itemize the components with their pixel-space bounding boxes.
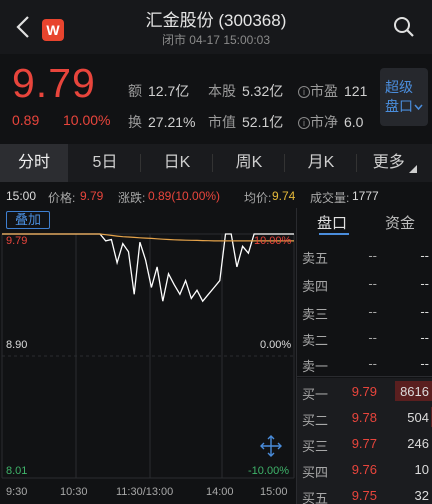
time-label-1030: 10:30: [60, 486, 88, 498]
time-label-1500: 15:00: [260, 486, 288, 498]
stock-title: 汇金股份 (300368): [145, 11, 287, 30]
dropdown-triangle-icon: [409, 165, 418, 173]
move-arrows-icon[interactable]: [258, 433, 284, 459]
tab-order-book[interactable]: 盘口: [317, 212, 347, 233]
strip-volume-label: 成交量:: [310, 191, 350, 205]
average-price-line: [2, 233, 294, 242]
tab-capital-flow[interactable]: 资金: [385, 212, 415, 233]
tab-more-label: 更多: [372, 154, 405, 171]
current-price: 9.79: [12, 60, 96, 106]
time-label-1130-1300: 11:30/13:00: [116, 486, 174, 498]
tab-5day[interactable]: 5日: [70, 144, 140, 182]
super-orderbook-button[interactable]: 超级 盘口: [380, 68, 428, 126]
order-book: 盘口 资金 卖五 -- -- 卖四 -- -- 卖三 -- -- 卖二 -- -- 卖一 -- --…: [296, 208, 432, 504]
tab-daily-k[interactable]: 日K: [142, 144, 212, 182]
tab-more[interactable]: 更多: [358, 144, 432, 182]
price-change-pct: 10.00%: [63, 112, 111, 128]
strip-change-label: 涨跌:: [118, 191, 146, 205]
strip-avg-label: 均价:: [244, 191, 272, 205]
ask-row-4: 卖四 -- --: [302, 276, 429, 294]
info-icon: i: [298, 86, 310, 98]
pct-axis-bottom: -10.00%: [248, 465, 289, 477]
tab-monthly-k[interactable]: 月K: [286, 144, 356, 182]
pct-axis-top: 10.00%: [254, 235, 292, 247]
super-button-line2: 盘口: [385, 97, 428, 116]
bid-row-5: 买五 9.75 32: [297, 482, 432, 504]
time-label-0930: 9:30: [6, 486, 28, 498]
strip-time: 15:00: [6, 189, 37, 203]
market-status: 闭市 04-17 15:00:03: [161, 33, 271, 47]
bid-row-3: 买三 9.77 246: [297, 430, 432, 456]
tab-weekly-k[interactable]: 周K: [214, 144, 284, 182]
market-cap: 市值 52.1亿: [208, 114, 284, 130]
strip-volume: 1777: [352, 189, 379, 203]
intraday-chart[interactable]: 叠加 9.79 10.00% 8.90 0.00% 8.01 -10.00% 9…: [0, 208, 296, 504]
share-capital: 本股 5.32亿: [208, 83, 284, 99]
super-button-line1: 超级: [385, 79, 413, 95]
bid-row-4: 买四 9.76 10: [297, 456, 432, 482]
price-change: 0.89: [12, 112, 40, 128]
price-line: [2, 233, 294, 303]
overlay-button[interactable]: 叠加: [6, 211, 50, 229]
ask-row-5: 卖五 -- --: [302, 248, 429, 266]
app-header: W 汇金股份 (300368) 闭市 04-17 15:00:03: [0, 0, 432, 54]
chevron-down-icon: [414, 104, 423, 111]
ask-row-2: 卖二 -- --: [302, 330, 429, 348]
price-axis-top: 9.79: [6, 235, 28, 247]
pb-ratio[interactable]: i 市净 6.0: [298, 112, 363, 132]
search-icon[interactable]: [392, 15, 416, 39]
turnover-amount: 额 12.7亿: [128, 83, 190, 99]
bid-row-2: 买二 9.78 504: [297, 404, 432, 430]
intraday-chart-svg: [1, 233, 295, 479]
price-axis-mid: 8.90: [6, 339, 28, 351]
chart-tabs: 分时 5日 日K 周K 月K 更多: [0, 144, 432, 182]
turnover-rate: 换 27.21%: [128, 114, 196, 130]
order-book-tabs: 盘口 资金: [297, 208, 432, 236]
price-axis-bottom: 8.01: [6, 465, 28, 477]
ask-row-3: 卖三 -- --: [302, 304, 429, 322]
tab-intraday[interactable]: 分时: [0, 144, 68, 182]
info-icon: i: [298, 117, 310, 129]
pct-axis-mid: 0.00%: [260, 339, 292, 351]
ask-row-1: 卖一 -- --: [302, 356, 429, 374]
strip-price: 9.79: [80, 189, 104, 203]
pe-ratio[interactable]: i 市盈 121: [298, 81, 367, 101]
strip-avg: 9.74: [272, 189, 296, 203]
strip-change: 0.89(10.00%): [148, 189, 221, 203]
strip-price-label: 价格:: [48, 191, 76, 205]
crosshair-info-strip: 15:00 价格: 9.79 涨跌: 0.89(10.00%) 均价: 9.74…: [0, 186, 432, 208]
bid-row-1: 买一 9.79 8616: [297, 378, 432, 404]
time-label-1400: 14:00: [206, 486, 234, 498]
quote-panel: 9.79 0.89 10.00% 额 12.7亿 本股 5.32亿 i 市盈 121 换…: [0, 54, 432, 142]
